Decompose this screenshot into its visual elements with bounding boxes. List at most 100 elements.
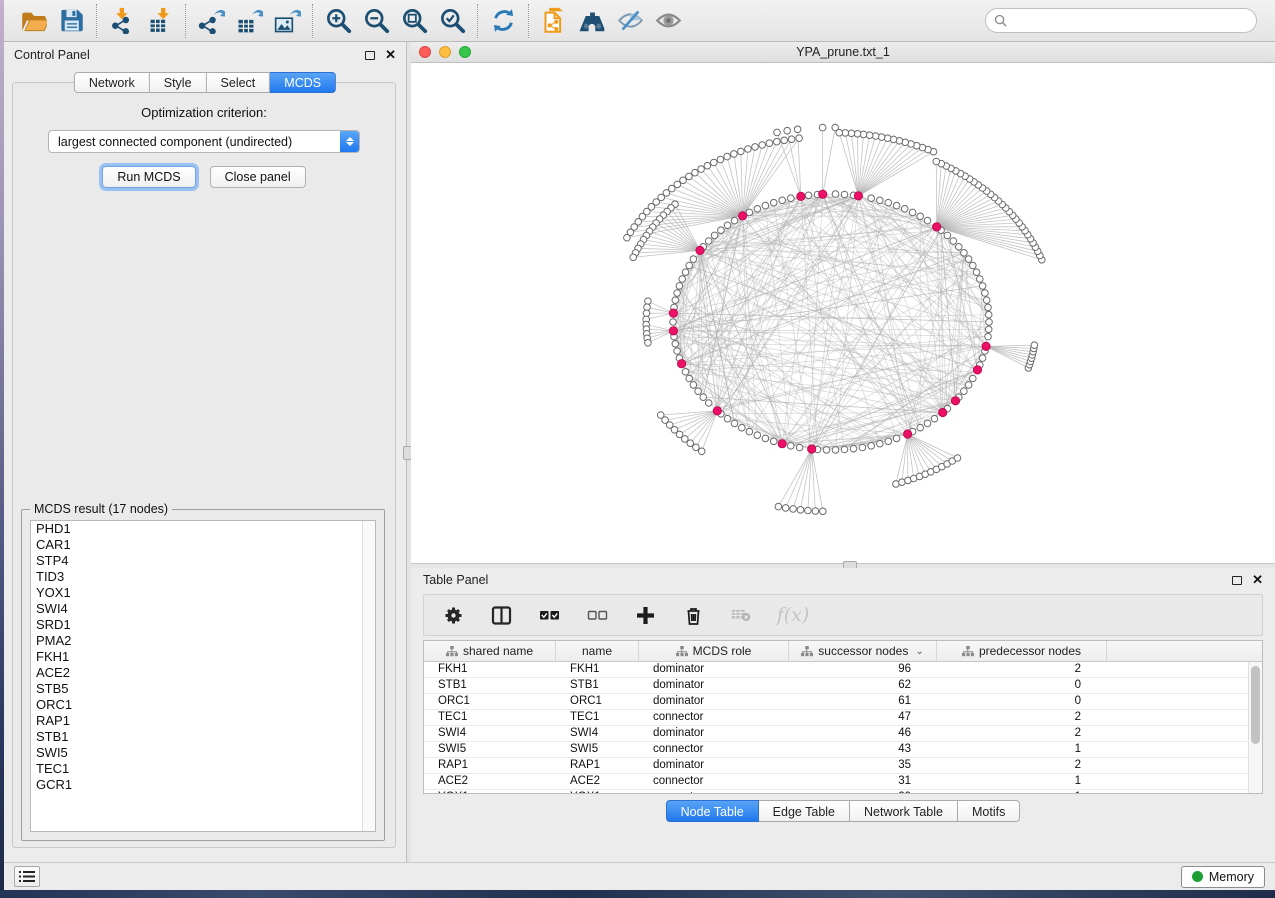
selected-hub-node[interactable] — [713, 407, 721, 415]
mcds-result-item[interactable]: FKH1 — [31, 649, 375, 665]
tab-edge-table[interactable]: Edge Table — [759, 800, 850, 822]
selected-hub-node[interactable] — [973, 366, 981, 374]
network-node[interactable] — [718, 227, 725, 234]
scrollbar-thumb[interactable] — [1251, 666, 1260, 744]
network-node[interactable] — [724, 222, 731, 229]
network-leaf-node[interactable] — [686, 173, 693, 180]
network-node[interactable] — [841, 446, 848, 453]
network-leaf-node[interactable] — [790, 506, 797, 513]
criterion-dropdown[interactable]: largest connected component (undirected) — [48, 130, 360, 153]
selected-hub-node[interactable] — [678, 360, 686, 368]
mcds-result-scrollbar[interactable] — [362, 521, 375, 831]
network-node[interactable] — [965, 382, 972, 389]
tab-motifs[interactable]: Motifs — [958, 800, 1020, 822]
network-node[interactable] — [770, 199, 777, 206]
selected-hub-node[interactable] — [854, 192, 862, 200]
network-node[interactable] — [973, 269, 980, 276]
mcds-result-item[interactable]: CAR1 — [31, 537, 375, 553]
selected-hub-node[interactable] — [739, 212, 747, 220]
network-node[interactable] — [690, 256, 697, 263]
network-leaf-node[interactable] — [630, 254, 637, 261]
network-node[interactable] — [779, 197, 786, 204]
network-node[interactable] — [985, 311, 992, 318]
selected-hub-node[interactable] — [669, 327, 677, 335]
selected-hub-node[interactable] — [797, 192, 805, 200]
export-network-button[interactable] — [192, 4, 230, 38]
mcds-result-item[interactable]: STB5 — [31, 681, 375, 697]
network-node[interactable] — [679, 276, 686, 283]
network-node[interactable] — [850, 445, 857, 452]
network-node[interactable] — [805, 192, 812, 199]
network-leaf-node[interactable] — [954, 455, 961, 462]
column-header-name[interactable]: name — [556, 641, 639, 661]
network-node[interactable] — [956, 244, 963, 251]
network-node[interactable] — [985, 326, 992, 333]
network-leaf-node[interactable] — [805, 507, 812, 514]
network-leaf-node[interactable] — [788, 136, 795, 143]
network-node[interactable] — [841, 191, 848, 198]
tab-select[interactable]: Select — [207, 72, 271, 93]
network-node[interactable] — [724, 415, 731, 422]
network-node[interactable] — [961, 388, 968, 395]
network-node[interactable] — [885, 199, 892, 206]
refresh-button[interactable] — [484, 4, 522, 38]
tab-node-table[interactable]: Node Table — [666, 800, 759, 822]
selected-hub-node[interactable] — [951, 397, 959, 405]
network-leaf-node[interactable] — [1031, 342, 1038, 349]
zoom-in-button[interactable] — [319, 4, 357, 38]
network-node[interactable] — [885, 438, 892, 445]
network-leaf-node[interactable] — [738, 148, 745, 155]
table-row[interactable]: RAP1RAP1dominator352 — [424, 758, 1248, 774]
network-node[interactable] — [788, 443, 795, 450]
selected-hub-node[interactable] — [982, 342, 990, 350]
network-node[interactable] — [739, 424, 746, 431]
network-node[interactable] — [700, 394, 707, 401]
column-header-successor-nodes[interactable]: successor nodes⌄ — [789, 641, 937, 661]
network-leaf-node[interactable] — [812, 508, 819, 515]
selected-hub-node[interactable] — [696, 246, 704, 254]
network-leaf-node[interactable] — [794, 126, 801, 133]
table-row[interactable]: TEC1TEC1connector472 — [424, 710, 1248, 726]
network-node[interactable] — [986, 319, 993, 326]
selected-hub-node[interactable] — [808, 445, 816, 453]
network-canvas[interactable] — [411, 63, 1275, 563]
network-node[interactable] — [924, 420, 931, 427]
network-window-titlebar[interactable]: YPA_prune.txt_1 — [411, 42, 1275, 63]
close-panel-button[interactable]: Close panel — [210, 166, 306, 188]
mcds-result-item[interactable]: STP4 — [31, 553, 375, 569]
eye-slash-button[interactable] — [611, 4, 649, 38]
network-node[interactable] — [705, 238, 712, 245]
network-leaf-node[interactable] — [624, 234, 631, 241]
network-node[interactable] — [754, 206, 761, 213]
columns-button[interactable] — [488, 602, 514, 628]
network-node[interactable] — [859, 444, 866, 451]
mcds-result-list[interactable]: PHD1CAR1STP4TID3YOX1SWI4SRD1PMA2FKH1ACE2… — [30, 520, 376, 832]
network-node[interactable] — [983, 297, 990, 304]
select-all-button[interactable] — [536, 602, 562, 628]
float-panel-icon[interactable] — [365, 51, 375, 60]
tab-mcds[interactable]: MCDS — [270, 72, 336, 93]
table-row[interactable]: ORC1ORC1dominator610 — [424, 694, 1248, 710]
network-node[interactable] — [674, 290, 681, 297]
network-leaf-node[interactable] — [692, 169, 699, 176]
mcds-result-item[interactable]: TEC1 — [31, 761, 375, 777]
selected-hub-node[interactable] — [939, 408, 947, 416]
network-leaf-node[interactable] — [782, 505, 789, 512]
mcds-result-item[interactable]: ORC1 — [31, 697, 375, 713]
network-node[interactable] — [979, 355, 986, 362]
column-header-predecessor-nodes[interactable]: predecessor nodes — [937, 641, 1107, 661]
network-leaf-node[interactable] — [698, 448, 705, 455]
mcds-result-item[interactable]: GCR1 — [31, 777, 375, 793]
share-document-button[interactable] — [535, 4, 573, 38]
delete-button[interactable] — [680, 602, 706, 628]
mcds-result-item[interactable]: SWI5 — [31, 745, 375, 761]
run-mcds-button[interactable]: Run MCDS — [102, 166, 195, 188]
network-node[interactable] — [672, 297, 679, 304]
selected-hub-node[interactable] — [904, 430, 912, 438]
import-network-button[interactable] — [103, 4, 141, 38]
network-leaf-node[interactable] — [717, 156, 724, 163]
task-history-button[interactable] — [14, 866, 40, 887]
network-node[interactable] — [985, 304, 992, 311]
network-node[interactable] — [695, 388, 702, 395]
mcds-result-item[interactable]: STB1 — [31, 729, 375, 745]
